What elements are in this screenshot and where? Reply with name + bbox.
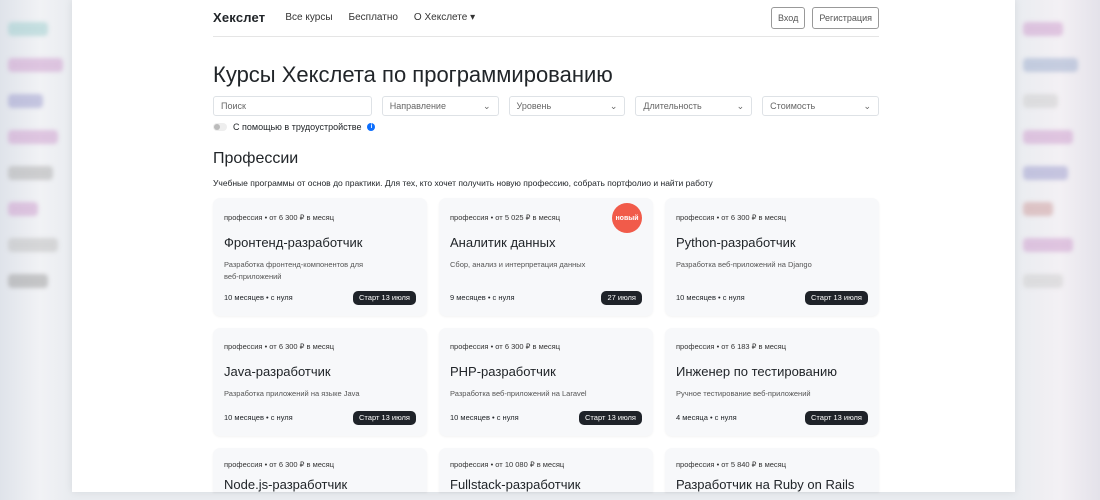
- card-meta: профессия • от 6 300 ₽ в месяц: [450, 342, 561, 351]
- card-title: Fullstack-разработчик: [450, 477, 581, 492]
- course-card[interactable]: профессия • от 6 300 ₽ в месяц Фронтенд-…: [213, 198, 427, 316]
- login-button[interactable]: Вход: [771, 7, 806, 29]
- card-title: Инженер по тестированию: [676, 364, 837, 379]
- register-button[interactable]: Регистрация: [812, 7, 879, 29]
- card-duration: 10 месяцев • с нуля: [224, 413, 293, 422]
- course-card[interactable]: профессия • от 10 080 ₽ в месяц Fullstac…: [439, 448, 653, 492]
- background-decoration: [1015, 0, 1100, 490]
- course-card[interactable]: профессия • от 6 300 ₽ в месяц PHP-разра…: [439, 328, 653, 436]
- course-card[interactable]: профессия • от 5 840 ₽ в месяц Разработч…: [665, 448, 879, 492]
- card-description: Разработка веб-приложений на Laravel: [450, 389, 587, 398]
- card-meta: профессия • от 6 183 ₽ в месяц: [676, 342, 787, 351]
- logo[interactable]: Хекслет: [213, 11, 265, 24]
- card-meta: профессия • от 6 300 ₽ в месяц: [224, 213, 335, 222]
- card-description: Разработка приложений на языке Java: [224, 389, 360, 398]
- card-meta: профессия • от 5 840 ₽ в месяц: [676, 460, 787, 469]
- toggle-label: С помощью в трудоустройстве: [233, 122, 362, 132]
- nav-free[interactable]: Бесплатно: [349, 12, 398, 24]
- card-title: Разработчик на Ruby on Rails: [676, 477, 855, 492]
- card-duration: 4 месяца • с нуля: [676, 413, 737, 422]
- chevron-down-icon: ⌄: [736, 100, 745, 111]
- price-select[interactable]: Стоимость ⌄: [762, 96, 879, 116]
- chevron-down-icon: ⌄: [863, 100, 871, 111]
- background-decoration: [0, 0, 72, 490]
- search-input[interactable]: Поиск: [213, 96, 372, 116]
- card-title: Node.js-разработчик: [224, 477, 348, 492]
- course-card[interactable]: профессия • от 6 300 ₽ в месяц Python-ра…: [665, 198, 879, 316]
- duration-select[interactable]: Длительность ⌄: [635, 96, 753, 116]
- page-title: Курсы Хекслета по программированию: [213, 62, 613, 87]
- nav-all-courses[interactable]: Все курсы: [285, 12, 332, 24]
- course-card[interactable]: профессия • от 6 183 ₽ в месяц Инженер п…: [665, 328, 879, 436]
- info-icon[interactable]: i: [367, 123, 376, 131]
- start-badge: Старт 13 июля: [579, 411, 642, 425]
- chevron-down-icon: ⌄: [483, 100, 491, 111]
- card-duration: 10 месяцев • с нуля: [224, 293, 293, 302]
- direction-select[interactable]: Направление ⌄: [381, 96, 499, 116]
- section-title: Профессии: [213, 150, 299, 167]
- course-card[interactable]: профессия • от 6 300 ₽ в месяц Java-разр…: [213, 328, 427, 436]
- start-badge: 27 июля: [601, 291, 642, 305]
- page: Хекслет Все курсы Бесплатно О Хекслете ▾…: [72, 0, 1015, 492]
- card-title: Java-разработчик: [224, 364, 331, 379]
- card-description: Сбор, анализ и интерпретация данных: [450, 260, 586, 269]
- card-description: Разработка веб-приложений на Django: [676, 260, 812, 269]
- chevron-down-icon: ⌄: [609, 100, 618, 111]
- card-title: Python-разработчик: [676, 235, 796, 250]
- level-select[interactable]: Уровень ⌄: [508, 96, 626, 116]
- card-title: Аналитик данных: [450, 235, 556, 250]
- new-badge: новый: [612, 203, 642, 233]
- nav-about[interactable]: О Хекслете ▾: [414, 12, 475, 24]
- card-duration: 10 месяцев • с нуля: [450, 413, 519, 422]
- start-badge: Старт 13 июля: [353, 291, 416, 305]
- start-badge: Старт 13 июля: [805, 291, 868, 305]
- navbar: Хекслет Все курсы Бесплатно О Хекслете ▾…: [213, 0, 879, 37]
- card-meta: профессия • от 6 300 ₽ в месяц: [224, 460, 335, 469]
- card-description: Ручное тестирование веб-приложений: [676, 389, 811, 398]
- card-description: Разработка фронтенд-компонентов для веб-…: [224, 260, 364, 281]
- course-card[interactable]: профессия • от 5 025 ₽ в месяц Аналитик …: [439, 198, 653, 316]
- card-meta: профессия • от 10 080 ₽ в месяц: [450, 460, 565, 469]
- card-duration: 9 месяцев • с нуля: [450, 293, 515, 302]
- course-card[interactable]: профессия • от 6 300 ₽ в месяц Node.js-р…: [213, 448, 427, 492]
- start-badge: Старт 13 июля: [353, 411, 416, 425]
- card-duration: 10 месяцев • с нуля: [676, 293, 745, 302]
- section-subtitle: Учебные программы от основ до практики. …: [213, 178, 713, 188]
- card-title: PHP-разработчик: [450, 364, 556, 379]
- employment-toggle[interactable]: [213, 123, 227, 131]
- card-meta: профессия • от 6 300 ₽ в месяц: [676, 213, 787, 222]
- card-title: Фронтенд-разработчик: [224, 235, 363, 250]
- card-meta: профессия • от 6 300 ₽ в месяц: [224, 342, 335, 351]
- start-badge: Старт 13 июля: [805, 411, 868, 425]
